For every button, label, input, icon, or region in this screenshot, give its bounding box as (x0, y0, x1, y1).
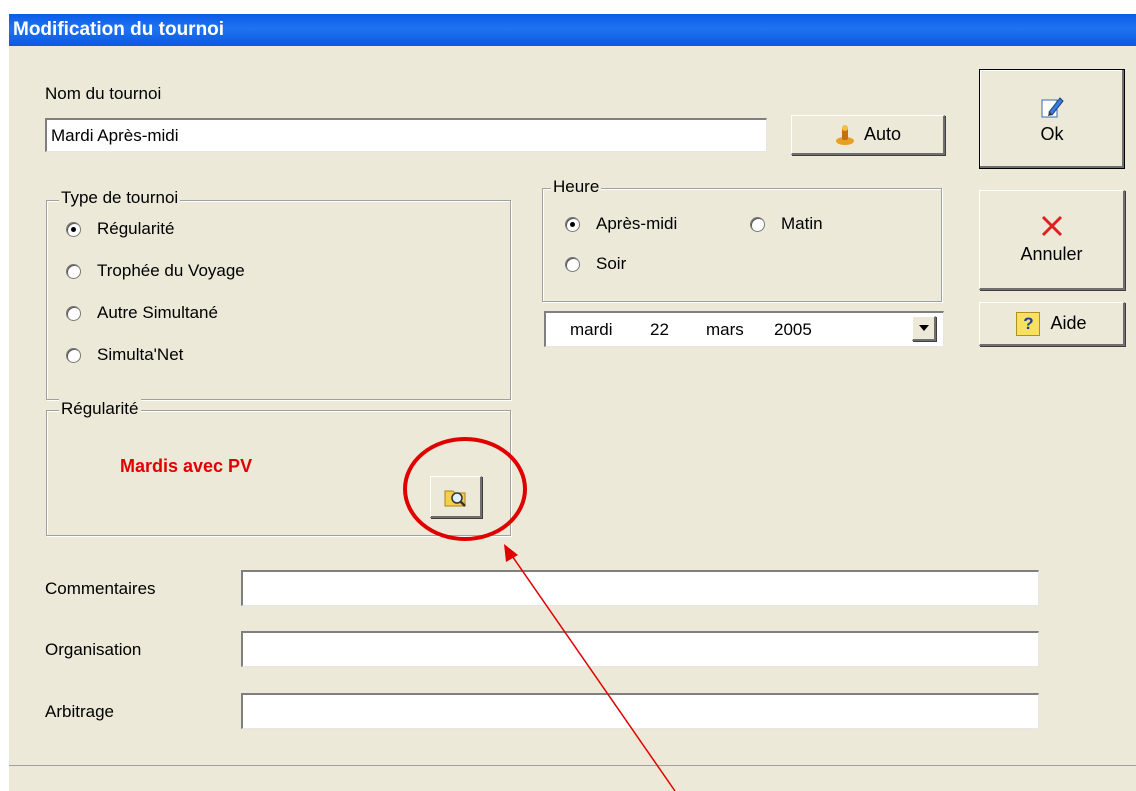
help-button-label: Aide (1050, 313, 1087, 333)
radio-indicator (565, 216, 580, 232)
cancel-button[interactable]: Annuler (979, 190, 1125, 290)
radio-label: Soir (596, 254, 627, 273)
comments-label: Commentaires (45, 579, 156, 598)
close-icon (1040, 214, 1064, 238)
tournament-name-label: Nom du tournoi (45, 84, 162, 103)
radio-indicator (565, 256, 580, 272)
radio-label: Autre Simultané (97, 303, 218, 322)
date-dropdown-button[interactable] (912, 316, 936, 341)
ok-button[interactable]: Ok (979, 69, 1125, 169)
radio-label: Après-midi (596, 214, 678, 233)
regularity-title: Régularité (59, 399, 141, 419)
time-of-day-group (542, 188, 942, 302)
organisation-input[interactable] (241, 631, 1039, 667)
arbitrage-label: Arbitrage (45, 702, 114, 721)
status-bar (9, 765, 1136, 791)
date-year: 2005 (774, 320, 812, 339)
regularity-value: Mardis avec PV (120, 456, 253, 476)
date-month: mars (706, 320, 744, 339)
radio-indicator (750, 216, 765, 232)
regularity-search-button[interactable] (430, 476, 482, 518)
radio-trophee-du-voyage[interactable]: Trophée du Voyage (66, 261, 245, 281)
folder-search-icon (443, 485, 469, 509)
date-picker[interactable]: mardi 22 mars 2005 (544, 311, 944, 347)
tournament-type-title: Type de tournoi (59, 188, 181, 208)
organisation-label: Organisation (45, 640, 142, 659)
date-weekday: mardi (570, 320, 613, 339)
comments-input[interactable] (241, 570, 1039, 606)
radio-matin[interactable]: Matin (750, 214, 823, 234)
arbitrage-input[interactable] (241, 693, 1039, 729)
cancel-button-label: Annuler (1020, 244, 1083, 264)
date-day: 22 (650, 320, 669, 339)
radio-autre-simultane[interactable]: Autre Simultané (66, 303, 218, 323)
time-of-day-title: Heure (551, 177, 602, 197)
pencil-icon (1039, 94, 1065, 120)
auto-button[interactable]: Auto (791, 115, 945, 155)
ok-button-label: Ok (1040, 123, 1064, 144)
radio-regularite[interactable]: Régularité (66, 219, 175, 239)
radio-soir[interactable]: Soir (565, 254, 626, 274)
tournament-name-input[interactable] (45, 118, 767, 152)
help-icon: ? (1016, 311, 1041, 336)
chevron-down-icon (918, 325, 929, 331)
radio-indicator (66, 221, 81, 237)
radio-label: Régularité (97, 219, 175, 238)
radio-indicator (66, 347, 81, 363)
window-title: Modification du tournoi (9, 14, 1136, 46)
auto-button-label: Auto (863, 124, 902, 144)
dialog-window: Modification du tournoi Nom du tournoi A… (9, 14, 1136, 791)
wizard-icon (834, 124, 856, 146)
radio-indicator (66, 305, 81, 321)
radio-label: Matin (781, 214, 823, 233)
help-button[interactable]: ? Aide (979, 302, 1125, 346)
radio-simultanet[interactable]: Simulta'Net (66, 345, 183, 365)
radio-indicator (66, 263, 81, 279)
radio-label: Trophée du Voyage (97, 261, 245, 280)
radio-apres-midi[interactable]: Après-midi (565, 214, 677, 234)
radio-label: Simulta'Net (97, 345, 184, 364)
